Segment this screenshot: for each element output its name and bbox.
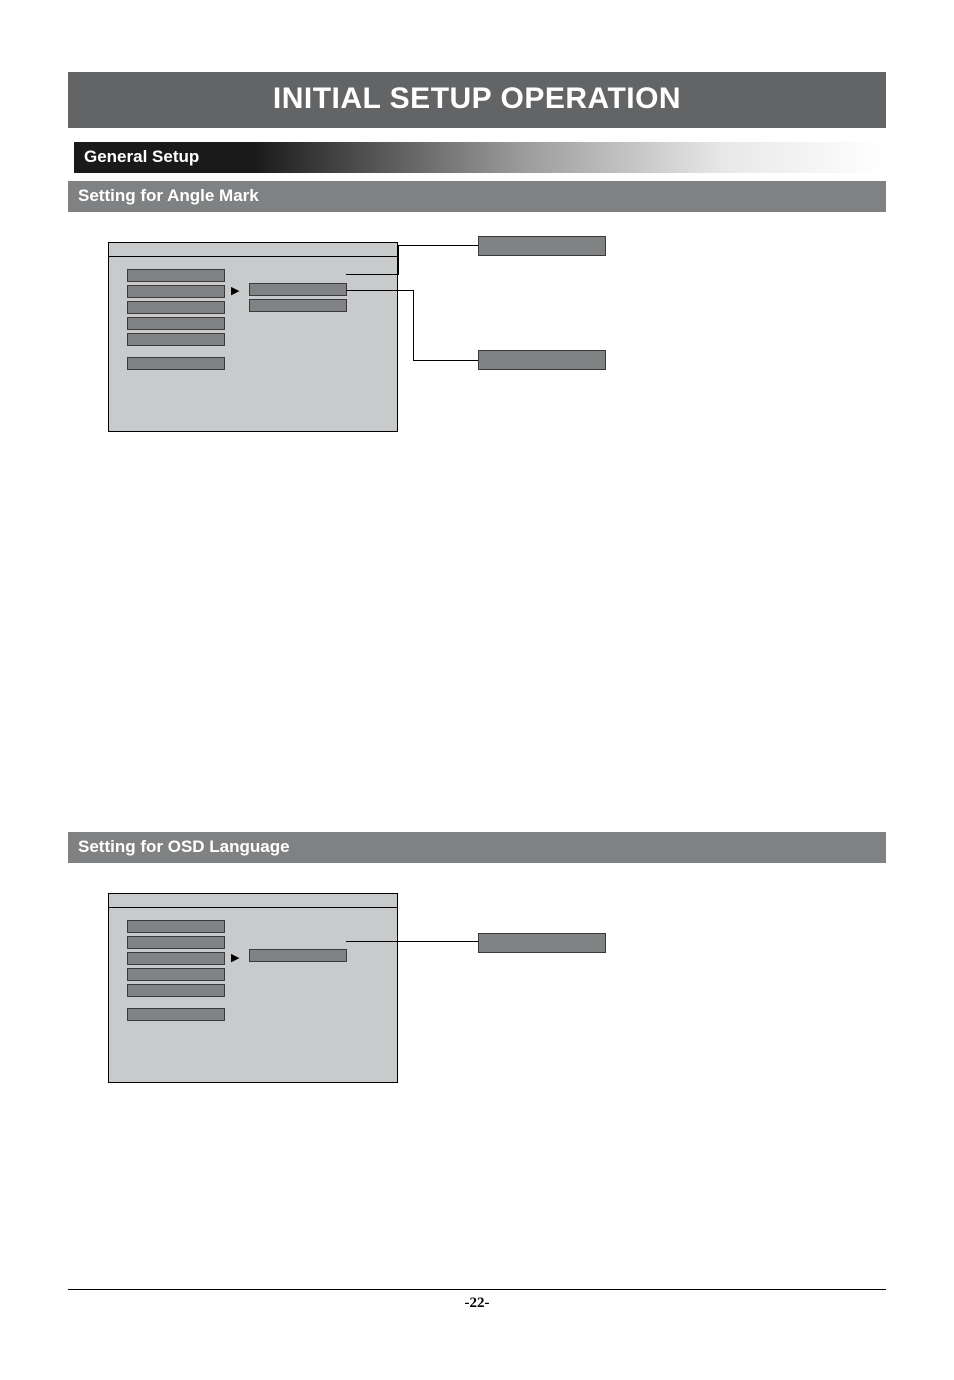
triangle-right-icon: ▶ xyxy=(231,951,239,964)
subsection-heading: Setting for OSD Language xyxy=(78,837,290,856)
menu-item xyxy=(127,952,225,965)
connector-line xyxy=(346,290,413,291)
menu-item xyxy=(127,920,225,933)
menu-value xyxy=(249,283,347,296)
callout-box xyxy=(478,236,606,256)
osd-menu-title-strip xyxy=(109,243,397,257)
menu-item xyxy=(127,968,225,981)
connector-line xyxy=(398,245,399,275)
page-number: -22- xyxy=(465,1295,490,1311)
connector-line xyxy=(398,245,478,246)
connector-line xyxy=(413,360,478,361)
menu-item xyxy=(127,936,225,949)
triangle-right-icon: ▶ xyxy=(231,284,239,297)
osd-menu-left-column xyxy=(127,920,225,1024)
menu-item xyxy=(127,317,225,330)
figure-osd-language: ▶ xyxy=(108,893,886,1143)
page-title: INITIAL SETUP OPERATION xyxy=(273,82,681,115)
menu-item xyxy=(127,333,225,346)
menu-item xyxy=(127,285,225,298)
osd-menu-title-strip xyxy=(109,894,397,908)
osd-menu-box: ▶ xyxy=(108,242,398,432)
osd-menu-left-column xyxy=(127,269,225,373)
menu-item xyxy=(127,301,225,314)
figure-angle-mark: ▶ xyxy=(108,242,886,492)
callout-box xyxy=(478,933,606,953)
subsection-bar-osd: Setting for OSD Language xyxy=(68,832,886,863)
footer-rule xyxy=(68,1289,886,1290)
connector-line xyxy=(346,941,478,942)
menu-item xyxy=(127,357,225,370)
page-footer: -22- xyxy=(68,1289,886,1312)
callout-box xyxy=(478,350,606,370)
menu-value xyxy=(249,949,347,962)
subsection-bar-angle: Setting for Angle Mark xyxy=(68,181,886,212)
menu-item xyxy=(127,984,225,997)
connector-line xyxy=(346,274,398,275)
section-heading-bar: General Setup xyxy=(68,142,886,173)
osd-menu-box: ▶ xyxy=(108,893,398,1083)
osd-menu-right-column xyxy=(249,283,347,315)
menu-value xyxy=(249,299,347,312)
menu-item xyxy=(127,1008,225,1021)
osd-menu-body: ▶ xyxy=(109,908,397,930)
menu-item xyxy=(127,269,225,282)
osd-menu-right-column xyxy=(249,949,347,965)
page-title-bar: INITIAL SETUP OPERATION xyxy=(68,72,886,128)
osd-menu-body: ▶ xyxy=(109,257,397,279)
connector-line xyxy=(413,290,414,360)
section-heading: General Setup xyxy=(84,147,199,166)
subsection-heading: Setting for Angle Mark xyxy=(78,186,259,205)
